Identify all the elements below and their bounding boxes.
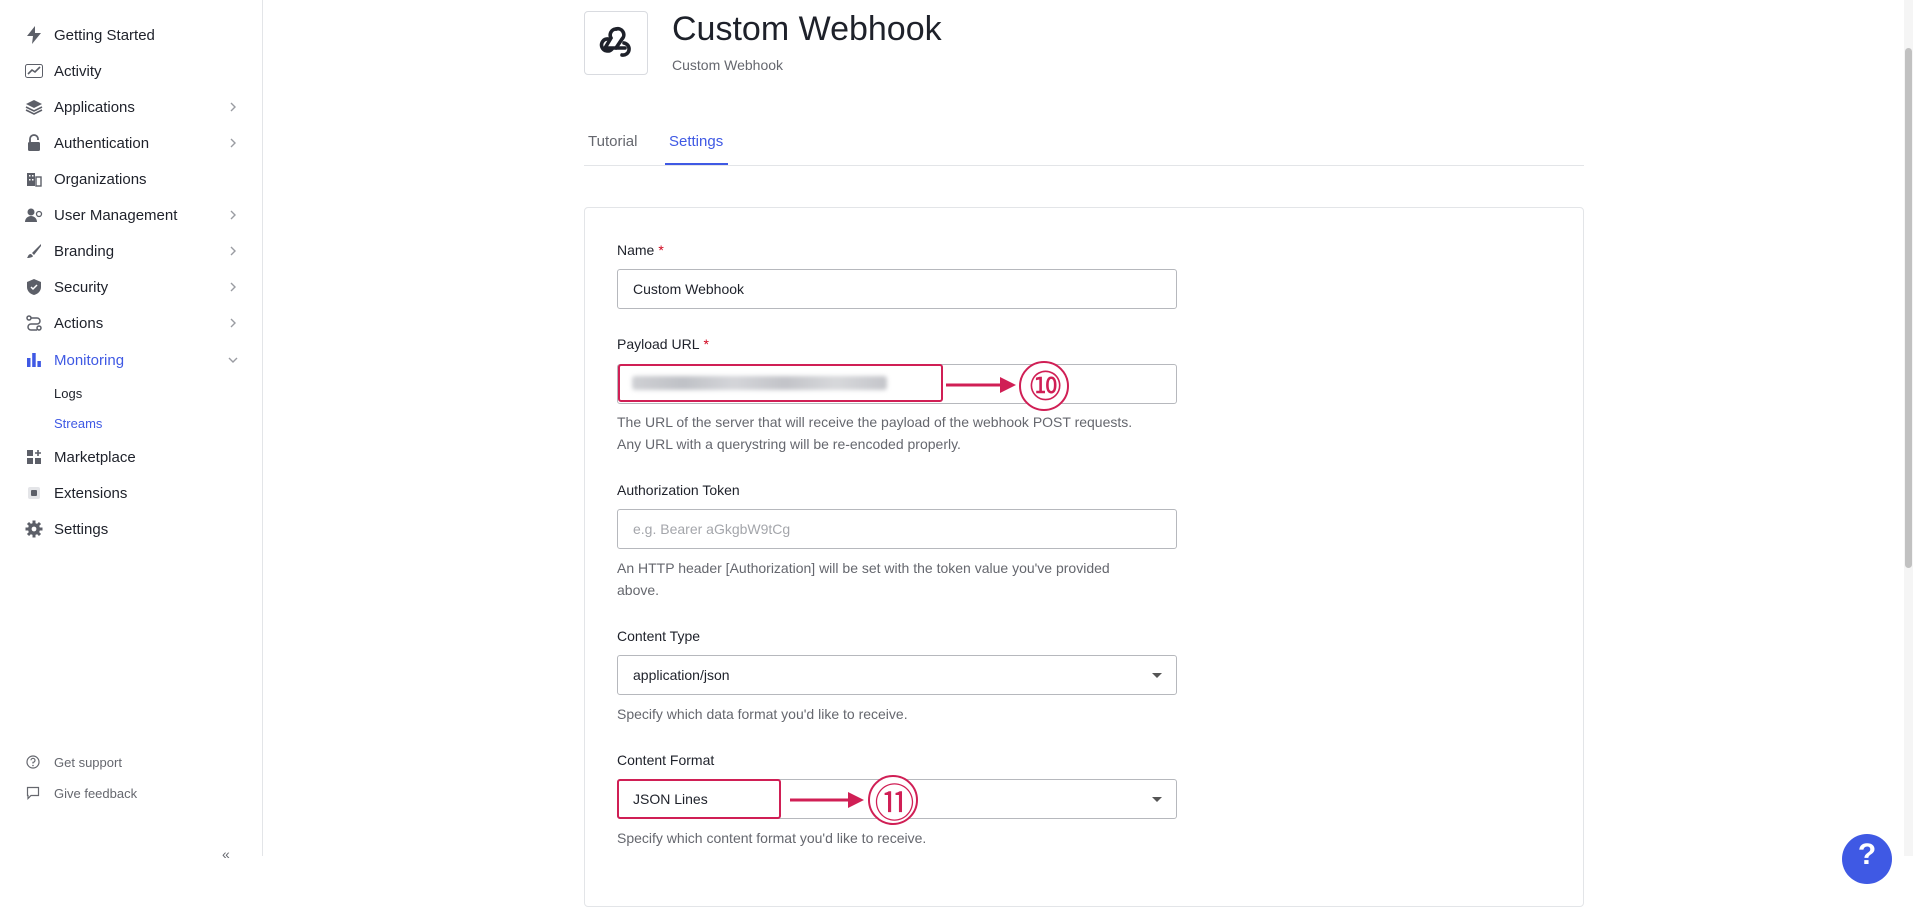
step-10-marker: ⑩ <box>1019 361 1069 411</box>
give-feedback-link[interactable]: Give feedback <box>0 780 263 806</box>
bar-chart-icon <box>24 350 44 370</box>
flow-icon <box>24 313 44 333</box>
sidebar-item-actions[interactable]: Actions <box>0 306 263 340</box>
layers-icon <box>24 97 44 117</box>
sidebar-item-label: Marketplace <box>54 448 136 466</box>
payload-url-label-text: Payload URL <box>617 336 700 352</box>
shield-icon <box>24 277 44 297</box>
sidebar-item-label: Actions <box>54 314 104 332</box>
tab-tutorial[interactable]: Tutorial <box>588 133 637 150</box>
required-mark: * <box>703 336 709 352</box>
content-type-label: Content Type <box>617 628 701 644</box>
sidebar-item-getting-started[interactable]: Getting Started <box>0 18 263 52</box>
sidebar-item-label: Security <box>54 278 109 296</box>
auth-token-help: An HTTP header [Authorization] will be s… <box>617 557 1197 601</box>
sidebar-item-extensions[interactable]: Extensions <box>0 476 263 510</box>
page-scrollbar-thumb[interactable] <box>1905 48 1912 568</box>
chevron-right-icon <box>226 244 240 258</box>
sidebar-item-label: Applications <box>54 98 135 116</box>
puzzle-icon <box>24 483 44 503</box>
chevron-right-icon <box>226 316 240 330</box>
required-mark: * <box>658 242 664 258</box>
sidebar-item-branding[interactable]: Branding <box>0 234 263 268</box>
help-circle-icon <box>25 754 41 770</box>
name-input-value: Custom Webhook <box>633 281 745 297</box>
help-chat-button[interactable]: ? <box>1842 834 1892 884</box>
sidebar-subitem-streams[interactable]: Streams <box>54 416 102 431</box>
give-feedback-label: Give feedback <box>54 785 138 801</box>
speech-bubble-icon <box>25 785 41 801</box>
annotation-arrow-11 <box>790 792 864 808</box>
caret-down-icon <box>1152 673 1162 678</box>
chevron-down-icon <box>226 353 240 367</box>
active-tab-indicator <box>665 163 728 165</box>
chevron-right-icon <box>226 208 240 222</box>
sidebar-item-organizations[interactable]: Organizations <box>0 162 263 196</box>
lightning-icon <box>24 25 44 45</box>
users-icon <box>24 205 44 225</box>
webhook-icon <box>596 21 636 66</box>
chevron-right-icon <box>226 100 240 114</box>
brush-icon <box>24 241 44 261</box>
tabs-divider <box>584 165 1584 166</box>
auth-token-help-line2: above. <box>617 582 660 598</box>
activity-chart-icon <box>24 61 44 81</box>
page-title: Custom Webhook <box>672 10 942 48</box>
sidebar: Getting Started Activity Applications Au… <box>0 0 263 862</box>
lock-icon <box>24 133 44 153</box>
content-format-label: Content Format <box>617 752 715 768</box>
chevron-right-icon <box>226 136 240 150</box>
sidebar-item-label: Getting Started <box>54 26 155 44</box>
sidebar-item-activity[interactable]: Activity <box>0 54 263 88</box>
name-label: Name * <box>617 242 664 258</box>
sidebar-item-marketplace[interactable]: Marketplace <box>0 440 263 474</box>
auth-token-placeholder: e.g. Bearer aGkgbW9tCg <box>633 521 791 537</box>
content-format-help: Specify which content format you'd like … <box>617 830 927 846</box>
sidebar-item-label: Extensions <box>54 484 128 502</box>
sidebar-item-label: Activity <box>54 62 102 80</box>
gear-icon <box>24 519 44 539</box>
sidebar-item-security[interactable]: Security <box>0 270 263 304</box>
get-support-label: Get support <box>54 754 122 770</box>
sidebar-item-authentication[interactable]: Authentication <box>0 126 263 160</box>
payload-url-label: Payload URL * <box>617 336 709 352</box>
payload-url-highlight <box>618 364 943 402</box>
sidebar-item-label: User Management <box>54 206 178 224</box>
auth-token-help-line1: An HTTP header [Authorization] will be s… <box>617 560 1110 576</box>
tab-settings[interactable]: Settings <box>669 133 723 150</box>
annotation-arrow-10 <box>946 377 1016 393</box>
collapse-sidebar-button[interactable]: « <box>222 846 230 862</box>
building-icon <box>24 169 44 189</box>
chevron-right-icon <box>226 280 240 294</box>
get-support-link[interactable]: Get support <box>0 749 263 775</box>
sidebar-item-label: Branding <box>54 242 115 260</box>
auth-token-input[interactable]: e.g. Bearer aGkgbW9tCg <box>617 509 1177 549</box>
sidebar-item-user-management[interactable]: User Management <box>0 198 263 232</box>
payload-url-help-line2: Any URL with a querystring will be re-en… <box>617 436 961 452</box>
sidebar-item-monitoring[interactable]: Monitoring <box>0 343 263 377</box>
webhook-logo <box>584 11 648 75</box>
content-type-select[interactable]: application/json <box>617 655 1177 695</box>
page-subtitle: Custom Webhook <box>672 57 784 73</box>
auth-token-label: Authorization Token <box>617 482 740 498</box>
grid-plus-icon <box>24 447 44 467</box>
payload-url-help: The URL of the server that will receive … <box>617 411 1197 455</box>
caret-down-icon <box>1152 797 1162 802</box>
name-input[interactable]: Custom Webhook <box>617 269 1177 309</box>
sidebar-subitem-logs[interactable]: Logs <box>54 386 82 401</box>
content-type-help: Specify which data format you'd like to … <box>617 706 908 722</box>
content-format-highlight <box>617 779 781 819</box>
step-11-marker: ⑪ <box>868 775 918 826</box>
sidebar-item-label: Organizations <box>54 170 147 188</box>
sidebar-item-label: Monitoring <box>54 351 125 369</box>
sidebar-item-label: Settings <box>54 520 109 538</box>
payload-url-help-line1: The URL of the server that will receive … <box>617 414 1133 430</box>
content-type-value: application/json <box>633 667 730 683</box>
sidebar-item-settings[interactable]: Settings <box>0 512 263 546</box>
sidebar-item-applications[interactable]: Applications <box>0 90 263 124</box>
sidebar-item-label: Authentication <box>54 134 150 152</box>
name-label-text: Name <box>617 242 655 258</box>
